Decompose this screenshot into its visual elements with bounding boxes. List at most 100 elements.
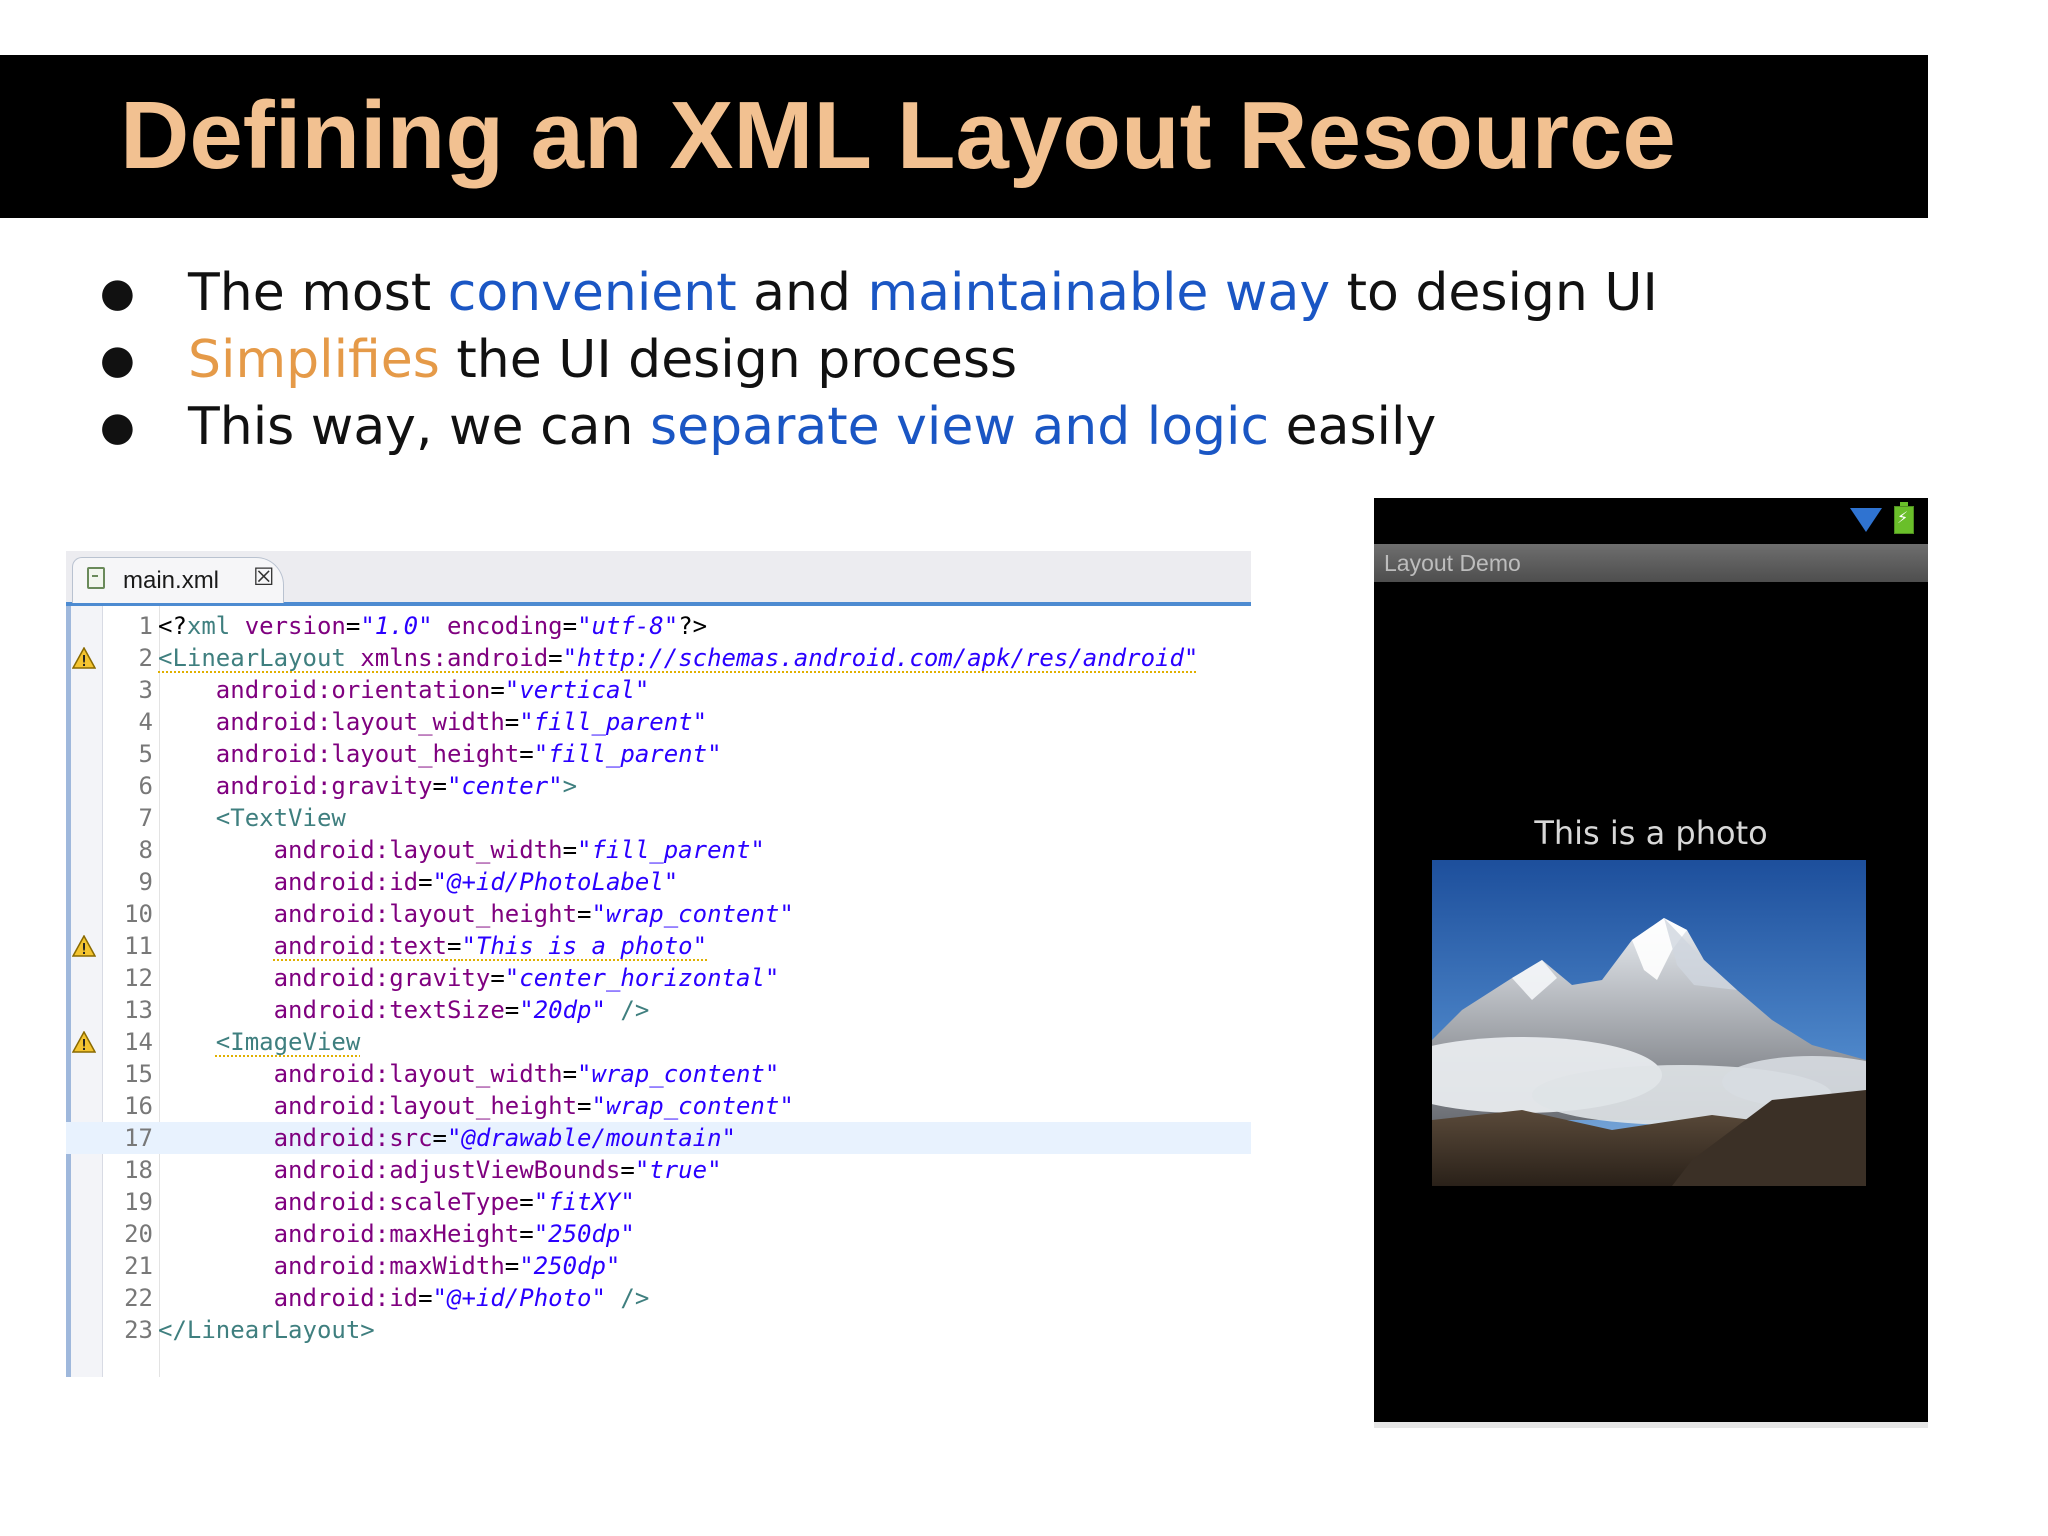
- emulator-frame-edge: [1374, 1422, 1928, 1428]
- line-number: 14: [124, 1028, 153, 1056]
- line-number: 16: [124, 1092, 153, 1120]
- code-text: android:textSize="20dp" />: [273, 996, 650, 1024]
- line-number: 22: [124, 1284, 153, 1312]
- code-line[interactable]: 20 android:maxHeight="250dp": [66, 1218, 1251, 1250]
- bullet-text: and: [736, 263, 868, 323]
- code-text: android:src="@drawable/mountain": [273, 1124, 736, 1152]
- line-number: 12: [124, 964, 153, 992]
- bullet-text: the UI design process: [439, 330, 1018, 390]
- line-number: 15: [124, 1060, 153, 1088]
- code-line[interactable]: ! 11 android:text="This is a photo": [66, 930, 1251, 962]
- code-text: android:gravity="center_horizontal": [273, 964, 780, 992]
- code-text: android:gravity="center">: [215, 772, 578, 800]
- bullet-item: ● This way, we can separate view and logi…: [100, 394, 1658, 461]
- xml-file-icon: [87, 567, 105, 589]
- code-line[interactable]: 1 <?xml version="1.0" encoding="utf-8"?>: [66, 610, 1251, 642]
- bullet-item: ● The most convenient and maintainable wa…: [100, 260, 1658, 327]
- app-title-bar: Layout Demo: [1374, 544, 1928, 582]
- code-line[interactable]: 3 android:orientation="vertical": [66, 674, 1251, 706]
- editor-tab-bar: main.xml ☒: [66, 551, 1251, 606]
- code-text: <LinearLayout xmlns:android="http://sche…: [158, 644, 1199, 672]
- code-text: android:scaleType="fitXY": [273, 1188, 635, 1216]
- code-text: android:layout_height="fill_parent": [215, 740, 722, 768]
- code-line[interactable]: 15 android:layout_width="wrap_content": [66, 1058, 1251, 1090]
- editor-tab-main-xml[interactable]: main.xml ☒: [72, 557, 284, 603]
- code-line[interactable]: 10 android:layout_height="wrap_content": [66, 898, 1251, 930]
- code-line[interactable]: 7 <TextView: [66, 802, 1251, 834]
- line-number: 17: [124, 1124, 153, 1152]
- line-number: 21: [124, 1252, 153, 1280]
- warning-icon[interactable]: !: [72, 647, 96, 669]
- line-number: 13: [124, 996, 153, 1024]
- code-line[interactable]: 16 android:layout_height="wrap_content": [66, 1090, 1251, 1122]
- code-text: android:layout_width="fill_parent": [273, 836, 765, 864]
- code-text: <TextView: [215, 804, 346, 832]
- code-text: android:layout_width="fill_parent": [215, 708, 708, 736]
- mountain-photo: [1432, 860, 1866, 1186]
- bullet-highlight: Simplifies: [188, 330, 440, 390]
- code-line[interactable]: 8 android:layout_width="fill_parent": [66, 834, 1251, 866]
- bullet-highlight: maintainable way: [867, 263, 1331, 323]
- line-number: 7: [138, 804, 153, 832]
- bullet-list: ● The most convenient and maintainable wa…: [100, 260, 1658, 461]
- code-text: android:text="This is a photo": [273, 932, 708, 960]
- svg-text:!: !: [79, 940, 88, 957]
- line-number: 23: [124, 1316, 153, 1344]
- code-line[interactable]: 9 android:id="@+id/PhotoLabel": [66, 866, 1251, 898]
- warning-icon[interactable]: !: [72, 935, 96, 957]
- line-number: 18: [124, 1156, 153, 1184]
- xml-editor: main.xml ☒ 1 <?xml version="1.0" encoding…: [66, 551, 1251, 1377]
- code-area[interactable]: 1 <?xml version="1.0" encoding="utf-8"?>!…: [66, 606, 1251, 1377]
- warning-icon[interactable]: !: [72, 1031, 96, 1053]
- code-line[interactable]: 19 android:scaleType="fitXY": [66, 1186, 1251, 1218]
- wifi-icon: [1850, 508, 1882, 532]
- battery-icon: [1894, 502, 1914, 534]
- code-text: android:orientation="vertical": [215, 676, 650, 704]
- code-text: android:maxWidth="250dp": [273, 1252, 621, 1280]
- app-title: Layout Demo: [1384, 550, 1521, 576]
- bullet-dot-icon: ●: [100, 270, 135, 316]
- line-number: 9: [138, 868, 153, 896]
- bullet-highlight: separate view and logic: [650, 397, 1270, 457]
- line-number: 20: [124, 1220, 153, 1248]
- code-text: android:id="@+id/Photo" />: [273, 1284, 650, 1312]
- bullet-highlight: convenient: [447, 263, 737, 323]
- code-text: android:layout_height="wrap_content": [273, 1092, 794, 1120]
- bullet-text: easily: [1269, 397, 1437, 457]
- code-text: </LinearLayout>: [158, 1316, 375, 1344]
- tab-label: main.xml: [123, 567, 220, 594]
- code-line[interactable]: 6 android:gravity="center">: [66, 770, 1251, 802]
- code-line[interactable]: 4 android:layout_width="fill_parent": [66, 706, 1251, 738]
- line-number: 1: [138, 612, 153, 640]
- line-number: 2: [138, 644, 153, 672]
- bullet-text: This way, we can: [188, 397, 651, 457]
- code-text: android:layout_width="wrap_content": [273, 1060, 780, 1088]
- android-emulator: Layout Demo This is a photo: [1374, 498, 1928, 1428]
- code-line[interactable]: ! 14 <ImageView: [66, 1026, 1251, 1058]
- code-text: android:adjustViewBounds="true": [273, 1156, 722, 1184]
- code-text: android:maxHeight="250dp": [273, 1220, 635, 1248]
- line-number: 4: [138, 708, 153, 736]
- svg-text:!: !: [79, 1036, 88, 1053]
- code-line[interactable]: 13 android:textSize="20dp" />: [66, 994, 1251, 1026]
- code-text: android:layout_height="wrap_content": [273, 900, 794, 928]
- photo-label: This is a photo: [1534, 814, 1768, 852]
- code-text: android:id="@+id/PhotoLabel": [273, 868, 679, 896]
- bullet-dot-icon: ●: [100, 404, 135, 450]
- close-tab-icon[interactable]: ☒: [253, 563, 275, 591]
- code-line[interactable]: 12 android:gravity="center_horizontal": [66, 962, 1251, 994]
- status-bar: [1374, 498, 1928, 544]
- code-line[interactable]: 5 android:layout_height="fill_parent": [66, 738, 1251, 770]
- code-line[interactable]: 23 </LinearLayout>: [66, 1314, 1251, 1346]
- code-line[interactable]: 18 android:adjustViewBounds="true": [66, 1154, 1251, 1186]
- svg-text:!: !: [79, 652, 88, 669]
- line-number: 8: [138, 836, 153, 864]
- code-line[interactable]: ! 2 <LinearLayout xmlns:android="http://sc…: [66, 642, 1251, 674]
- bullet-text: The most: [188, 263, 448, 323]
- bullet-text: to design UI: [1330, 263, 1658, 323]
- code-line[interactable]: 17 android:src="@drawable/mountain": [66, 1122, 1251, 1154]
- code-line[interactable]: 22 android:id="@+id/Photo" />: [66, 1282, 1251, 1314]
- code-line[interactable]: 21 android:maxWidth="250dp": [66, 1250, 1251, 1282]
- code-text: <?xml version="1.0" encoding="utf-8"?>: [158, 612, 708, 640]
- line-number: 11: [124, 932, 153, 960]
